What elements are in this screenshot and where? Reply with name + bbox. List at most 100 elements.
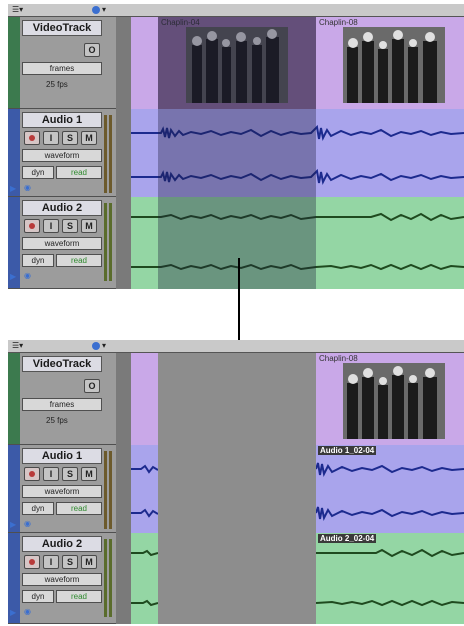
video-clip-chaplin-08[interactable]: Chaplin-08 xyxy=(316,353,464,445)
audio2-solo-button[interactable]: S xyxy=(62,219,78,233)
audio2-view-select[interactable]: waveform xyxy=(22,237,102,250)
audio1-timebase-icon[interactable]: ◉ xyxy=(24,183,31,192)
edit-selection[interactable] xyxy=(158,17,316,289)
audio1-waveform-r xyxy=(316,506,464,522)
audio1-automation-select[interactable]: read xyxy=(56,502,102,515)
audio1-track-color-strip xyxy=(8,445,20,532)
video-format-select[interactable]: frames xyxy=(22,62,102,75)
audio1-track-header: Audio 1 I S M waveform dyn read ▶ ◉ xyxy=(8,445,116,533)
audio1-input-button[interactable]: I xyxy=(43,131,59,145)
audio1-view-select[interactable]: waveform xyxy=(22,149,102,162)
audio1-track-header: Audio 1 I S M waveform dyn read ▶ ◉ xyxy=(8,109,116,197)
audio2-region-start[interactable] xyxy=(131,533,158,624)
audio2-solo-button[interactable]: S xyxy=(62,555,78,569)
audio2-level-meter xyxy=(104,539,107,617)
audio2-track-header: Audio 2 I S M waveform dyn read ▶ ◉ xyxy=(8,197,116,289)
audio1-waveform-l xyxy=(316,462,464,478)
audio2-input-button[interactable]: I xyxy=(43,219,59,233)
audio1-track-name[interactable]: Audio 1 xyxy=(22,448,102,464)
audio2-dyn-button[interactable]: dyn xyxy=(22,590,54,603)
audio1-timebase-icon[interactable]: ◉ xyxy=(24,519,31,528)
timeline-focus-icon[interactable] xyxy=(92,6,100,14)
audio1-level-meter-right xyxy=(109,115,112,193)
audio1-level-meter xyxy=(104,115,107,193)
online-button[interactable]: O xyxy=(84,379,100,393)
column-menu-icon[interactable]: ☰▾ xyxy=(12,5,23,14)
ruler-bar: ☰▾ ▾ xyxy=(8,340,464,353)
audio1-automation-select[interactable]: read xyxy=(56,166,102,179)
region-name: Audio 2_02-04 xyxy=(318,534,377,543)
audio2-mute-button[interactable]: M xyxy=(81,219,97,233)
audio2-region-02-04[interactable]: Audio 2_02-04 xyxy=(316,533,464,624)
audio1-level-meter-right xyxy=(109,451,112,529)
audio2-automation-select[interactable]: read xyxy=(56,590,102,603)
audio2-input-button[interactable]: I xyxy=(43,555,59,569)
ruler-bar: ☰▾ ▾ xyxy=(8,4,464,17)
audio2-level-meter xyxy=(104,203,107,281)
audio2-timebase-icon[interactable]: ◉ xyxy=(24,271,31,280)
timeline-after[interactable]: Chaplin-08 Audio 1_02-04 Audio 2_02-04 xyxy=(131,353,464,624)
video-track-header: VideoTrack O frames 25 fps xyxy=(8,17,116,109)
video-format-select[interactable]: frames xyxy=(22,398,102,411)
video-track-name[interactable]: VideoTrack xyxy=(22,20,102,36)
audio2-automation-select[interactable]: read xyxy=(56,254,102,267)
audio1-record-button[interactable] xyxy=(24,131,40,145)
audio1-solo-button[interactable]: S xyxy=(62,131,78,145)
menu-chevron-icon[interactable]: ▾ xyxy=(102,341,106,350)
audio2-level-meter-right xyxy=(109,539,112,617)
audio1-dyn-button[interactable]: dyn xyxy=(22,166,54,179)
audio1-level-meter xyxy=(104,451,107,529)
audio1-record-button[interactable] xyxy=(24,467,40,481)
audio2-waveform-r xyxy=(316,599,464,607)
audio2-expand-icon[interactable]: ▶ xyxy=(10,272,16,281)
video-track-name[interactable]: VideoTrack xyxy=(22,356,102,372)
audio2-lane: Audio 2_02-04 xyxy=(131,533,464,624)
audio2-expand-icon[interactable]: ▶ xyxy=(10,608,16,617)
clip-label: Chaplin-08 xyxy=(319,354,358,363)
timeline-before[interactable]: Chaplin-04 Chaplin-08 xyxy=(131,17,464,289)
audio2-waveform-r xyxy=(131,599,158,607)
audio1-mute-button[interactable]: M xyxy=(81,467,97,481)
audio2-record-button[interactable] xyxy=(24,555,40,569)
video-clip-start[interactable] xyxy=(131,353,158,445)
video-clip-start[interactable] xyxy=(131,17,158,109)
audio2-dyn-button[interactable]: dyn xyxy=(22,254,54,267)
audio1-expand-icon[interactable]: ▶ xyxy=(10,520,16,529)
audio2-view-select[interactable]: waveform xyxy=(22,573,102,586)
audio2-track-name[interactable]: Audio 2 xyxy=(22,536,102,552)
audio2-record-button[interactable] xyxy=(24,219,40,233)
audio1-expand-icon[interactable]: ▶ xyxy=(10,184,16,193)
audio1-track-name[interactable]: Audio 1 xyxy=(22,112,102,128)
column-menu-icon[interactable]: ☰▾ xyxy=(12,341,23,350)
audio1-track-color-strip xyxy=(8,109,20,196)
audio1-solo-button[interactable]: S xyxy=(62,467,78,481)
menu-chevron-icon[interactable]: ▾ xyxy=(102,5,106,14)
audio2-mute-button[interactable]: M xyxy=(81,555,97,569)
audio2-track-header: Audio 2 I S M waveform dyn read ▶ ◉ xyxy=(8,533,116,624)
frame-rate-label: 25 fps xyxy=(46,416,68,425)
video-track-header: VideoTrack O frames 25 fps xyxy=(8,353,116,445)
video-thumbnail xyxy=(343,363,445,439)
audio1-dyn-button[interactable]: dyn xyxy=(22,502,54,515)
video-clip-chaplin-08[interactable]: Chaplin-08 xyxy=(316,17,464,109)
audio1-region-02-04[interactable]: Audio 1_02-04 xyxy=(316,445,464,533)
audio1-waveform-l xyxy=(131,464,158,474)
audio1-view-select[interactable]: waveform xyxy=(22,485,102,498)
timeline-focus-icon[interactable] xyxy=(92,342,100,350)
clip-label: Chaplin-08 xyxy=(319,18,358,27)
region-name: Audio 1_02-04 xyxy=(318,446,377,455)
audio1-mute-button[interactable]: M xyxy=(81,131,97,145)
edit-window-after: ☰▾ ▾ VideoTrack O frames 25 fps Audio 1 … xyxy=(8,340,464,624)
audio2-level-meter-right xyxy=(109,203,112,281)
video-track-color-strip xyxy=(8,353,20,444)
online-button[interactable]: O xyxy=(84,43,100,57)
audio2-timebase-icon[interactable]: ◉ xyxy=(24,607,31,616)
audio1-lane: Audio 1_02-04 xyxy=(131,445,464,534)
edit-window-before: ☰▾ ▾ VideoTrack O frames 25 fps Audio 1 … xyxy=(8,4,464,289)
video-thumbnail xyxy=(343,27,445,103)
audio2-waveform-l xyxy=(131,549,158,557)
audio1-region-start[interactable] xyxy=(131,445,158,533)
audio1-input-button[interactable]: I xyxy=(43,467,59,481)
audio2-track-name[interactable]: Audio 2 xyxy=(22,200,102,216)
frame-rate-label: 25 fps xyxy=(46,80,68,89)
